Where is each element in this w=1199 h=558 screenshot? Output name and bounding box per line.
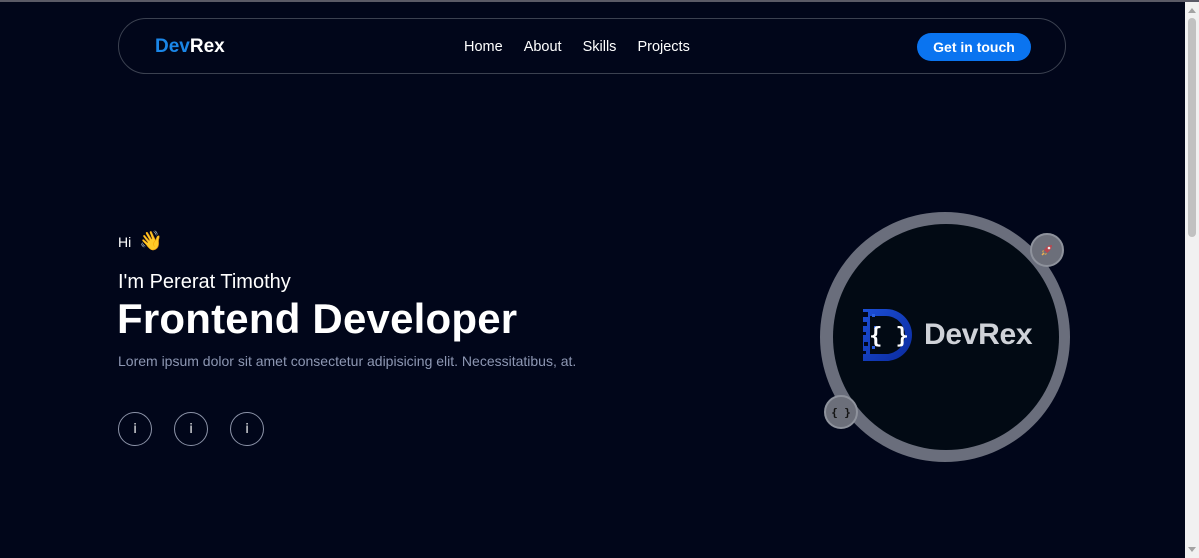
nav-link-home[interactable]: Home [464,39,503,55]
social-icon: i [189,421,193,437]
logo-text: DevRex [924,318,1033,351]
nav-link-about[interactable]: About [524,39,562,55]
scroll-down-arrow-icon[interactable] [1188,547,1196,552]
social-links: i i i [118,412,286,446]
scrollbar[interactable] [1185,2,1199,558]
get-in-touch-button[interactable]: Get in touch [917,33,1031,61]
waving-hand-icon: 👋 [139,231,163,252]
greeting: Hi 👋 [118,232,163,251]
brand-dev: Dev [155,36,190,57]
scrollbar-thumb[interactable] [1188,18,1196,237]
devrex-d-icon: { } [863,309,912,361]
code-badge: { } [824,395,858,429]
nav-link-skills[interactable]: Skills [583,39,617,55]
social-link-1[interactable]: i [118,412,152,446]
greeting-text: Hi [118,233,132,250]
intro-text: I'm Pererat Timothy [118,271,291,293]
navbar: DevRex Home About Skills Projects Get in… [118,18,1066,74]
rocket-icon [1041,245,1052,256]
hero-description: Lorem ipsum dolor sit amet consectetur a… [118,353,577,369]
scroll-up-arrow-icon[interactable] [1188,8,1196,13]
nav-link-projects[interactable]: Projects [637,39,689,55]
brand-rex: Rex [189,36,225,57]
social-icon: i [245,421,249,437]
role-heading: Frontend Developer [117,295,518,342]
window-top-border [0,0,1199,2]
brand-logo[interactable]: DevRex [155,36,225,58]
social-link-3[interactable]: i [230,412,264,446]
nav-links: Home About Skills Projects [464,39,711,55]
devrex-logo: { } DevRex [858,306,1033,364]
social-link-2[interactable]: i [174,412,208,446]
svg-text:{ }: { } [869,324,909,349]
code-braces-icon: { } [831,405,851,419]
social-icon: i [133,421,137,437]
rocket-badge [1030,233,1064,267]
